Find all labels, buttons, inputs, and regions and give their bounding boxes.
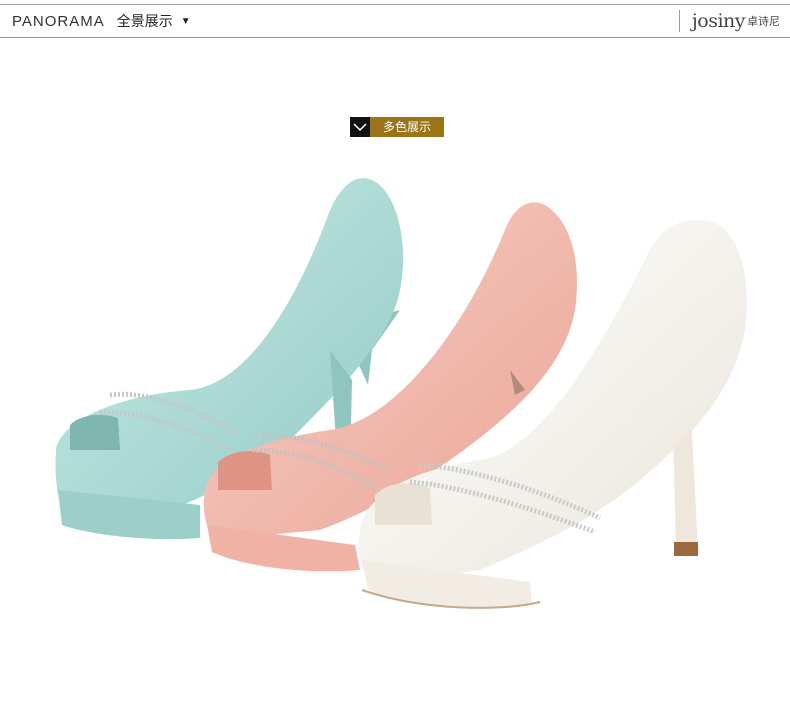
chevron-down-icon	[350, 117, 370, 137]
brand-logo-cn: 卓诗尼	[747, 16, 780, 28]
panorama-header: PANORAMA 全景展示 ▼ JOSINY 卓诗尼	[0, 4, 790, 38]
header-title-en: PANORAMA	[12, 12, 105, 30]
brand-logo: JOSINY 卓诗尼	[678, 10, 780, 32]
shoe-product-image	[55, 178, 747, 609]
multi-color-badge: 多色展示	[350, 117, 445, 137]
header-title-cn[interactable]: 全景展示	[117, 11, 173, 31]
caret-down-icon[interactable]: ▼	[181, 16, 191, 27]
brand-logo-text: JOSINY	[691, 10, 746, 32]
badge-label: 多色展示	[370, 117, 445, 137]
